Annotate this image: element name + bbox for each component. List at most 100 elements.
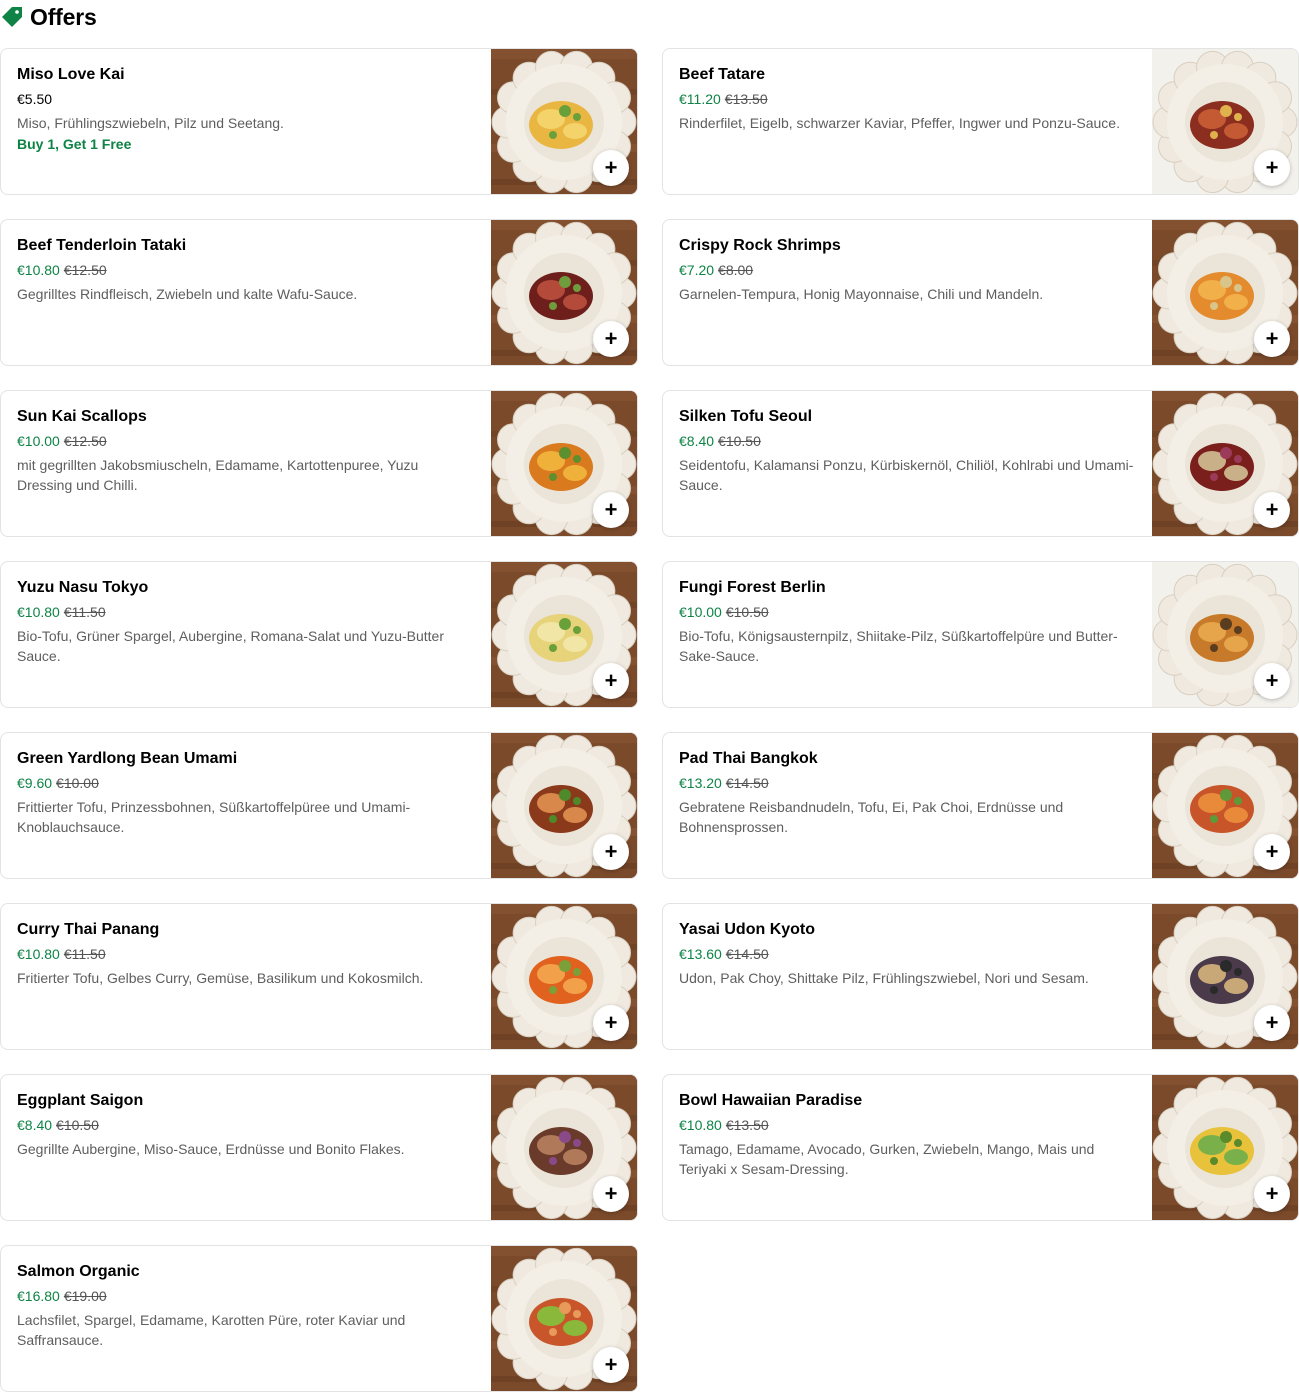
item-description: Tamago, Edamame, Avocado, Gurken, Zwiebe…	[679, 1141, 1095, 1177]
add-to-cart-button[interactable]: +	[593, 321, 629, 357]
item-description: Bio-Tofu, Königsausternpilz, Shiitake-Pi…	[679, 628, 1118, 664]
add-to-cart-button[interactable]: +	[1254, 1176, 1290, 1212]
item-price: €10.80	[17, 946, 60, 962]
menu-item-info: Beef Tatare €11.20 €13.50 Rinderfilet, Eige…	[663, 49, 1152, 194]
item-photo: +	[1152, 49, 1298, 194]
item-photo: +	[1152, 1075, 1298, 1220]
menu-item-info: Pad Thai Bangkok €13.20 €14.50 Gebratene Re…	[663, 733, 1152, 878]
price-row: €10.80 €11.50	[17, 944, 475, 964]
menu-item-card[interactable]: Pad Thai Bangkok €13.20 €14.50 Gebratene Re…	[662, 732, 1299, 879]
add-to-cart-button[interactable]: +	[1254, 150, 1290, 186]
item-price: €10.80	[17, 262, 60, 278]
add-to-cart-button[interactable]: +	[593, 1347, 629, 1383]
add-to-cart-button[interactable]: +	[593, 834, 629, 870]
tag-icon	[0, 5, 24, 29]
price-row: €5.50	[17, 89, 475, 109]
price-row: €13.20 €14.50	[679, 773, 1136, 793]
item-description: Fritierter Tofu, Gelbes Curry, Gemüse, B…	[17, 970, 424, 986]
menu-item-card[interactable]: Salmon Organic €16.80 €19.00 Lachsfilet, Sp…	[0, 1245, 638, 1392]
item-price: €7.20	[679, 262, 715, 278]
item-price: €8.40	[17, 1117, 53, 1133]
item-photo: +	[491, 49, 637, 194]
item-description: mit gegrillten Jakobsmiuscheln, Edamame,…	[17, 457, 419, 493]
menu-item-info: Yuzu Nasu Tokyo €10.80 €11.50 Bio-Tofu, Grü…	[1, 562, 491, 707]
menu-item-info: Silken Tofu Seoul €8.40 €10.50 Seidentofu, …	[663, 391, 1152, 536]
menu-item-card[interactable]: Eggplant Saigon €8.40 €10.50 Gegrillte Aube…	[0, 1074, 638, 1221]
menu-item-info: Eggplant Saigon €8.40 €10.50 Gegrillte Aube…	[1, 1075, 491, 1220]
price-row: €10.80 €11.50	[17, 602, 475, 622]
menu-item-info: Yasai Udon Kyoto €13.60 €14.50 Udon, Pak Ch…	[663, 904, 1152, 1049]
item-original-price: €8.00	[718, 262, 754, 278]
price-row: €10.00 €12.50	[17, 431, 475, 451]
item-name: Beef Tenderloin Tataki	[17, 237, 187, 254]
menu-item-info: Bowl Hawaiian Paradise €10.80 €13.50 Tamago…	[663, 1075, 1152, 1220]
item-name: Salmon Organic	[17, 1263, 140, 1280]
item-original-price: €14.50	[725, 946, 769, 962]
item-photo: +	[1152, 904, 1298, 1049]
offers-section-header: Offers	[0, 0, 97, 34]
add-to-cart-button[interactable]: +	[1254, 1005, 1290, 1041]
item-price: €10.80	[679, 1117, 722, 1133]
add-to-cart-button[interactable]: +	[1254, 663, 1290, 699]
item-price: €10.80	[17, 604, 60, 620]
item-name: Beef Tatare	[679, 66, 765, 83]
price-row: €8.40 €10.50	[679, 431, 1136, 451]
item-photo: +	[491, 391, 637, 536]
menu-item-card[interactable]: Crispy Rock Shrimps €7.20 €8.00 Garnelen-Te…	[662, 219, 1299, 366]
menu-item-card[interactable]: Miso Love Kai €5.50 Miso, Frühlingszwiebel…	[0, 48, 638, 195]
add-to-cart-button[interactable]: +	[593, 492, 629, 528]
price-row: €10.80 €12.50	[17, 260, 475, 280]
menu-item-card[interactable]: Silken Tofu Seoul €8.40 €10.50 Seidentofu, …	[662, 390, 1299, 537]
menu-item-info: Miso Love Kai €5.50 Miso, Frühlingszwiebel…	[1, 49, 491, 194]
item-price: €13.20	[679, 775, 722, 791]
add-to-cart-button[interactable]: +	[593, 1176, 629, 1212]
add-to-cart-button[interactable]: +	[593, 150, 629, 186]
item-price: €13.60	[679, 946, 722, 962]
item-name: Miso Love Kai	[17, 66, 125, 83]
add-to-cart-button[interactable]: +	[1254, 834, 1290, 870]
price-row: €10.00 €10.50	[679, 602, 1136, 622]
item-description: Bio-Tofu, Grüner Spargel, Aubergine, Rom…	[17, 628, 444, 664]
price-row: €16.80 €19.00	[17, 1286, 475, 1306]
item-name: Crispy Rock Shrimps	[679, 237, 841, 254]
item-photo: +	[491, 1246, 637, 1391]
item-photo: +	[491, 904, 637, 1049]
menu-item-info: Sun Kai Scallops €10.00 €12.50 mit gegrillt…	[1, 391, 491, 536]
item-name: Fungi Forest Berlin	[679, 579, 826, 596]
item-description: Udon, Pak Choy, Shittake Pilz, Frühlings…	[679, 970, 1089, 986]
item-description: Gegrillte Aubergine, Miso-Sauce, Erdnüss…	[17, 1141, 405, 1157]
add-to-cart-button[interactable]: +	[593, 1005, 629, 1041]
menu-item-info: Green Yardlong Bean Umami €9.60 €10.00 Frit…	[1, 733, 491, 878]
item-description: Gegrilltes Rindfleisch, Zwiebeln und kal…	[17, 286, 358, 302]
price-row: €7.20 €8.00	[679, 260, 1136, 280]
menu-item-card[interactable]: Beef Tenderloin Tataki €10.80 €12.50 Gegril…	[0, 219, 638, 366]
add-to-cart-button[interactable]: +	[1254, 321, 1290, 357]
price-row: €11.20 €13.50	[679, 89, 1136, 109]
item-original-price: €14.50	[725, 775, 769, 791]
menu-item-card[interactable]: Curry Thai Panang €10.80 €11.50 Fritierter …	[0, 903, 638, 1050]
item-name: Curry Thai Panang	[17, 921, 160, 938]
menu-item-card[interactable]: Fungi Forest Berlin €10.00 €10.50 Bio-Tofu,…	[662, 561, 1299, 708]
item-price: €10.00	[17, 433, 60, 449]
item-original-price: €12.50	[63, 262, 107, 278]
menu-item-info: Beef Tenderloin Tataki €10.80 €12.50 Gegril…	[1, 220, 491, 365]
item-description: Garnelen-Tempura, Honig Mayonnaise, Chil…	[679, 286, 1044, 302]
menu-item-card[interactable]: Sun Kai Scallops €10.00 €12.50 mit gegrillt…	[0, 390, 638, 537]
menu-item-info: Crispy Rock Shrimps €7.20 €8.00 Garnelen-Te…	[663, 220, 1152, 365]
item-photo: +	[1152, 733, 1298, 878]
item-name: Bowl Hawaiian Paradise	[679, 1092, 863, 1109]
price-row: €13.60 €14.50	[679, 944, 1136, 964]
item-name: Eggplant Saigon	[17, 1092, 144, 1109]
item-photo: +	[491, 220, 637, 365]
menu-item-card[interactable]: Beef Tatare €11.20 €13.50 Rinderfilet, Eige…	[662, 48, 1299, 195]
item-price: €8.40	[679, 433, 715, 449]
menu-item-card[interactable]: Yuzu Nasu Tokyo €10.80 €11.50 Bio-Tofu, Grü…	[0, 561, 638, 708]
add-to-cart-button[interactable]: +	[593, 663, 629, 699]
item-description: Frittierter Tofu, Prinzessbohnen, Süßkar…	[17, 799, 411, 835]
add-to-cart-button[interactable]: +	[1254, 492, 1290, 528]
menu-item-card[interactable]: Green Yardlong Bean Umami €9.60 €10.00 Frit…	[0, 732, 638, 879]
menu-item-card[interactable]: Yasai Udon Kyoto €13.60 €14.50 Udon, Pak Ch…	[662, 903, 1299, 1050]
menu-item-card[interactable]: Bowl Hawaiian Paradise €10.80 €13.50 Tamago…	[662, 1074, 1299, 1221]
section-title: Offers	[30, 3, 97, 30]
promo-label: Buy 1, Get 1 Free	[17, 136, 132, 152]
